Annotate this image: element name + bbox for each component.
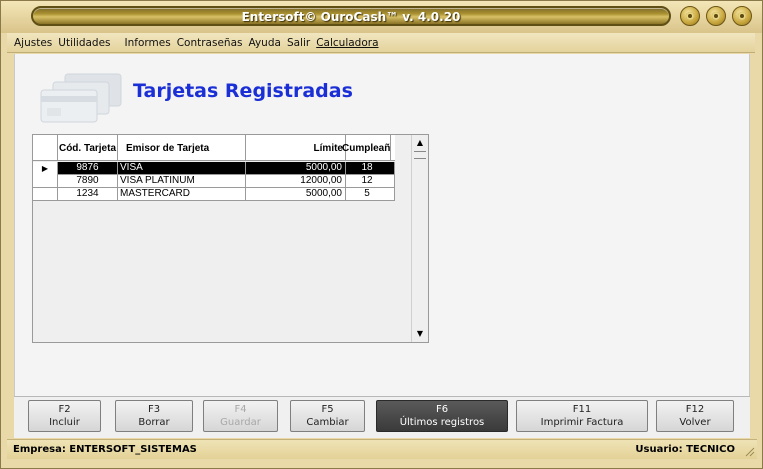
scroll-thumb[interactable] — [414, 151, 426, 159]
cell-cumpleano[interactable]: 5 — [346, 188, 395, 201]
menu-calculadora[interactable]: Calculadora — [313, 37, 381, 49]
row-indicator — [33, 175, 58, 188]
incluir-button[interactable]: F2 Incluir — [28, 400, 101, 432]
status-usuario: Usuario: TECNICO — [635, 444, 735, 455]
minimize-icon — [686, 12, 694, 20]
app-window: Entersoft© OuroCash™ v. 4.0.20 Ajustes U… — [0, 0, 763, 469]
menu-utilidades[interactable]: Utilidades — [55, 37, 113, 49]
fkey-label: Imprimir Factura — [540, 417, 624, 428]
title-pill: Entersoft© OuroCash™ v. 4.0.20 — [31, 6, 671, 26]
fkey-code: F4 — [234, 404, 247, 415]
fkey-label: Cambiar — [306, 417, 349, 428]
cell-limite[interactable]: 5000,00 — [246, 188, 346, 201]
guardar-button[interactable]: F4 Guardar — [203, 400, 278, 432]
header-limite[interactable]: Límite — [246, 135, 346, 161]
close-icon — [738, 12, 746, 20]
close-button[interactable] — [732, 6, 752, 26]
grid-header: Cód. Tarjeta Emisor de Tarjeta Límite Cu… — [33, 135, 395, 161]
table-row[interactable]: ▶ 9876 VISA 5000,00 18 — [33, 162, 395, 175]
fkey-code: F5 — [321, 404, 334, 415]
fkey-label: Borrar — [138, 417, 170, 428]
scroll-up-icon[interactable]: ▲ — [415, 138, 425, 148]
row-indicator-icon: ▶ — [33, 162, 58, 175]
imprimir-factura-button[interactable]: F11 Imprimir Factura — [516, 400, 648, 432]
status-empresa: Empresa: ENTERSOFT_SISTEMAS — [13, 444, 197, 455]
cell-codigo[interactable]: 9876 — [58, 162, 118, 175]
fkey-code: F6 — [435, 404, 449, 415]
menu-contrasenas[interactable]: Contraseñas — [174, 37, 246, 49]
grid-scrollbar[interactable]: ▲ ▼ — [411, 135, 428, 342]
function-key-bar: F2 Incluir F3 Borrar F4 Guardar F5 Cambi… — [14, 396, 750, 438]
header-emisor[interactable]: Emisor de Tarjeta — [118, 135, 246, 161]
maximize-button[interactable] — [706, 6, 726, 26]
cell-emisor[interactable]: VISA PLATINUM — [118, 175, 246, 188]
cell-cumpleano[interactable]: 18 — [346, 162, 395, 175]
credit-cards-icon — [40, 73, 122, 123]
cell-codigo[interactable]: 7890 — [58, 175, 118, 188]
row-indicator — [33, 188, 58, 201]
status-bar: Empresa: ENTERSOFT_SISTEMAS Usuario: TEC… — [7, 439, 757, 459]
resize-grip-icon[interactable] — [743, 445, 755, 457]
header-indicator — [33, 135, 58, 161]
menu-informes[interactable]: Informes — [122, 37, 174, 49]
fkey-label: Guardar — [220, 417, 261, 428]
grid-body: ▶ 9876 VISA 5000,00 18 7890 VISA PLATINU… — [33, 162, 395, 201]
scroll-down-icon[interactable]: ▼ — [415, 329, 425, 339]
ultimos-registros-button[interactable]: F6 Últimos registros — [376, 400, 508, 432]
cell-emisor[interactable]: MASTERCARD — [118, 188, 246, 201]
cards-grid[interactable]: Cód. Tarjeta Emisor de Tarjeta Límite Cu… — [32, 134, 429, 343]
fkey-code: F12 — [685, 404, 705, 415]
cambiar-button[interactable]: F5 Cambiar — [290, 400, 365, 432]
table-row[interactable]: 1234 MASTERCARD 5000,00 5 — [33, 188, 395, 201]
volver-button[interactable]: F12 Volver — [656, 400, 734, 432]
title-bar[interactable]: Entersoft© OuroCash™ v. 4.0.20 — [1, 1, 762, 33]
fkey-label: Últimos registros — [399, 417, 485, 428]
header-codigo[interactable]: Cód. Tarjeta — [58, 135, 118, 161]
fkey-code: F2 — [58, 404, 71, 415]
fkey-label: Incluir — [49, 417, 80, 428]
cell-limite[interactable]: 5000,00 — [246, 162, 346, 175]
cell-emisor[interactable]: VISA — [118, 162, 246, 175]
fkey-code: F3 — [147, 404, 161, 415]
table-row[interactable]: 7890 VISA PLATINUM 12000,00 12 — [33, 175, 395, 188]
cell-cumpleano[interactable]: 12 — [346, 175, 395, 188]
menu-bar: Ajustes Utilidades Informes Contraseñas … — [7, 33, 755, 53]
maximize-icon — [712, 12, 720, 20]
minimize-button[interactable] — [680, 6, 700, 26]
borrar-button[interactable]: F3 Borrar — [115, 400, 193, 432]
menu-ayuda[interactable]: Ayuda — [245, 37, 283, 49]
cell-codigo[interactable]: 1234 — [58, 188, 118, 201]
menu-ajustes[interactable]: Ajustes — [11, 37, 55, 49]
header-cumpleano[interactable]: Cumpleaño — [342, 135, 391, 161]
window-title: Entersoft© OuroCash™ v. 4.0.20 — [241, 10, 461, 24]
fkey-code: F11 — [572, 404, 592, 415]
menu-salir[interactable]: Salir — [284, 37, 313, 49]
main-content: Tarjetas Registradas Cód. Tarjeta Emisor… — [14, 54, 750, 396]
fkey-label: Volver — [679, 417, 711, 428]
cell-limite[interactable]: 12000,00 — [246, 175, 346, 188]
page-title: Tarjetas Registradas — [133, 80, 353, 102]
